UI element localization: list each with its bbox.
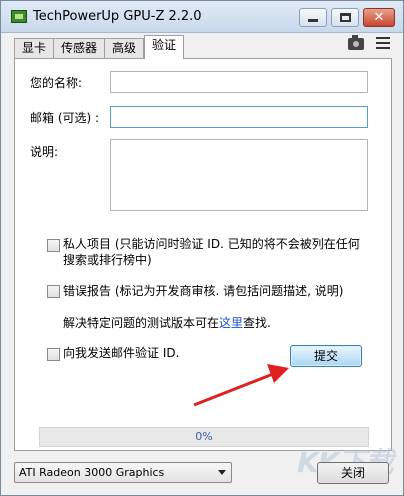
tab-validation[interactable]: 验证 xyxy=(144,35,185,59)
gpu-z-window: TechPowerUp GPU-Z 2.2.0 ✕ 显卡 传感器 高级 验证 您… xyxy=(0,0,404,496)
arrow-shaft xyxy=(193,372,274,407)
red-arrow-annotation xyxy=(193,364,289,407)
gpu-select[interactable]: ATI Radeon 3000 Graphics xyxy=(14,462,232,483)
gpu-select-value: ATI Radeon 3000 Graphics xyxy=(19,466,165,479)
close-button[interactable]: 关闭 xyxy=(317,462,389,484)
chevron-down-icon xyxy=(218,470,226,475)
